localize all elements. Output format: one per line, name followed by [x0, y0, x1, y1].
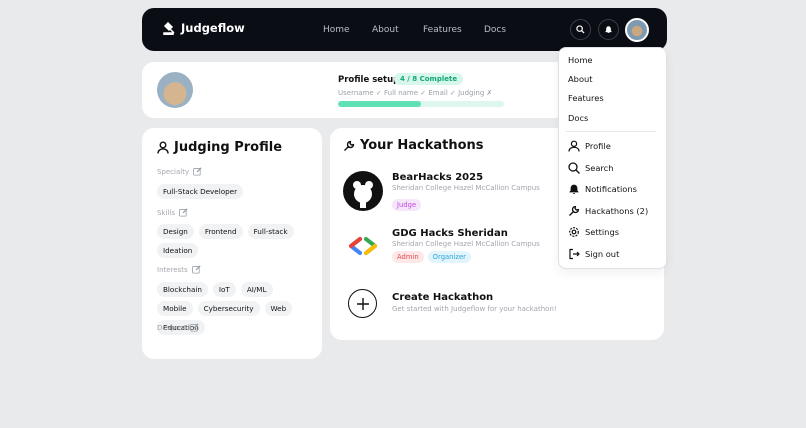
create-hackathon-subtitle: Get started with Judgeflow for your hack…	[392, 305, 557, 313]
interests-label: Interests	[157, 265, 188, 274]
skill-chip: Full-stack	[247, 224, 294, 239]
interest-chip: IoT	[212, 282, 236, 297]
gavel-icon	[163, 21, 175, 35]
search-button[interactable]	[570, 19, 591, 40]
interest-chip: Blockchain	[157, 282, 208, 297]
skills-section: Skills	[157, 208, 188, 217]
user-avatar-button[interactable]	[625, 18, 649, 42]
nav-link-docs[interactable]: Docs	[484, 25, 506, 35]
skill-chip: Ideation	[157, 243, 199, 258]
user-icon	[568, 140, 580, 152]
interest-chip: Mobile	[157, 301, 193, 316]
menu-divider	[566, 131, 656, 132]
nav-link-home[interactable]: Home	[323, 25, 350, 35]
search-icon	[568, 162, 580, 174]
skills-chips: Design Frontend Full-stack Ideation	[157, 224, 312, 258]
menu-item-home[interactable]: Home	[568, 55, 593, 65]
create-hackathon-item[interactable]: Create Hackathon Get started with Judgef…	[392, 292, 557, 313]
setup-progress-bar	[338, 101, 504, 107]
bell-icon	[605, 26, 612, 34]
edit-icon[interactable]	[193, 167, 202, 176]
menu-label: Profile	[585, 141, 611, 151]
profile-setup-title: Profile setup	[338, 75, 400, 85]
wrench-icon	[344, 140, 355, 151]
gdg-icon	[349, 237, 377, 255]
interest-chip: Web	[264, 301, 293, 316]
edit-icon[interactable]	[191, 265, 201, 274]
menu-item-signout[interactable]: Sign out	[568, 248, 619, 260]
devpost-section: Devpost	[157, 323, 199, 332]
hackathon-campus: Sheridan College Hazel McCallion Campus	[392, 240, 540, 248]
menu-item-notifications[interactable]: Notifications	[568, 183, 637, 195]
menu-item-hackathons[interactable]: Hackathons (2)	[568, 205, 648, 217]
menu-label: Sign out	[585, 249, 620, 259]
hackathons-title: Your Hackathons	[360, 138, 484, 153]
menu-label: Settings	[585, 227, 620, 237]
hackathon-name: GDG Hacks Sheridan	[392, 228, 508, 239]
specialty-section: Specialty	[157, 167, 202, 176]
gear-icon	[569, 227, 579, 237]
specialty-chip: Full-Stack Developer	[157, 184, 244, 199]
search-icon	[576, 25, 585, 34]
interests-section: Interests	[157, 265, 201, 274]
hackathon-item-bearhacks[interactable]: BearHacks 2025 Sheridan College Hazel Mc…	[392, 172, 540, 211]
wrench-icon	[569, 205, 580, 216]
skill-chip: Design	[157, 224, 194, 239]
role-badges: Admin Organizer	[392, 251, 540, 263]
sign-out-icon	[569, 248, 580, 260]
judging-profile-title: Judging Profile	[174, 140, 283, 155]
menu-item-search[interactable]: Search	[568, 162, 614, 174]
menu-item-docs[interactable]: Docs	[568, 113, 588, 123]
setup-steps: Username ✓ Full name ✓ Email ✓ Judging ✗	[338, 89, 493, 97]
hackathons-heading: Your Hackathons	[343, 138, 484, 153]
role-badge-judge: Judge	[392, 199, 422, 211]
notifications-button[interactable]	[598, 19, 619, 40]
specialty-label: Specialty	[157, 167, 190, 176]
menu-label: Hackathons (2)	[585, 206, 649, 216]
role-badge-organizer: Organizer	[427, 251, 471, 263]
devpost-label: Devpost	[157, 323, 186, 332]
nav-link-features[interactable]: Features	[423, 25, 462, 35]
menu-label: Search	[585, 163, 614, 173]
menu-item-features[interactable]: Features	[568, 93, 604, 103]
menu-item-about[interactable]: About	[568, 74, 593, 84]
interest-chip: AI/ML	[240, 282, 273, 297]
hackathon-name: BearHacks 2025	[392, 172, 484, 183]
bear-icon	[353, 181, 373, 208]
plus-icon	[356, 297, 369, 310]
setup-progress-fill	[338, 101, 421, 107]
brand-logo[interactable]: Judgeflow	[162, 21, 245, 35]
progress-badge: 4 / 8 Complete	[394, 73, 464, 85]
create-hackathon-button[interactable]	[348, 289, 377, 318]
skill-chip: Frontend	[198, 224, 243, 239]
role-badge-admin: Admin	[392, 251, 424, 263]
judging-profile-heading: Judging Profile	[157, 140, 282, 155]
create-hackathon-title: Create Hackathon	[392, 292, 494, 303]
hackathon-item-gdg[interactable]: GDG Hacks Sheridan Sheridan College Haze…	[392, 228, 540, 263]
menu-label: Notifications	[585, 184, 637, 194]
profile-avatar	[157, 72, 193, 108]
edit-icon[interactable]	[190, 323, 199, 332]
interest-chip: Cybersecurity	[197, 301, 260, 316]
skills-label: Skills	[157, 208, 175, 217]
gdg-logo	[347, 236, 379, 260]
hackathon-campus: Sheridan College Hazel McCallion Campus	[392, 184, 540, 192]
menu-item-profile[interactable]: Profile	[568, 140, 611, 152]
edit-icon[interactable]	[179, 208, 188, 217]
menu-item-settings[interactable]: Settings	[568, 226, 619, 238]
user-icon	[157, 141, 169, 154]
brand-name: Judgeflow	[181, 21, 245, 35]
bell-icon	[569, 184, 579, 194]
specialty-chips: Full-Stack Developer	[157, 184, 312, 199]
nav-link-about[interactable]: About	[372, 25, 399, 35]
bearhacks-logo	[343, 171, 383, 211]
